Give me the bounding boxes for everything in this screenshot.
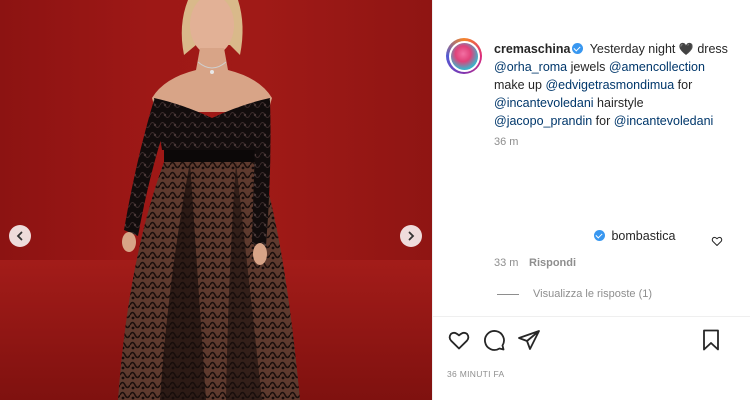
avatar[interactable] [446,38,482,74]
caption-time[interactable]: 36 m [494,136,518,148]
post-actions [447,328,541,352]
heart-icon[interactable] [447,328,471,352]
caption-text: make up [494,78,542,92]
share-icon[interactable] [517,328,541,352]
post-caption: cremaschina Yesterday night 🖤 dress @orh… [494,40,744,130]
comment-like-heart-icon[interactable] [711,235,723,247]
comment-time: 33 m [494,257,519,269]
verified-badge-icon [572,43,584,54]
actions-divider [433,316,750,317]
view-replies-label: Visualizza le risposte (1) [533,288,653,300]
next-image-button[interactable] [400,225,422,247]
comment-icon[interactable] [482,328,506,352]
chevron-left-icon [16,231,23,241]
caption-text: hairstyle [597,96,644,110]
view-replies-button[interactable]: Visualizza le risposte (1) [497,288,652,300]
woman-in-black-gown [118,0,300,400]
mention-link[interactable]: @edvigetrasmondimua [545,78,674,92]
comment-username[interactable]: bombastica [611,229,675,243]
bookmark-icon [703,329,719,351]
caption-text: dress [697,42,728,56]
black-heart-emoji: 🖤 [678,42,694,56]
caption-text: for [677,78,693,92]
author-username[interactable]: cremaschina [494,42,570,56]
caption-text: for [595,114,611,128]
save-button[interactable] [699,328,723,352]
mention-link[interactable]: @orha_roma [494,60,567,74]
post-side-panel: cremaschina Yesterday night 🖤 dress @orh… [432,0,750,400]
previous-image-button[interactable] [9,225,31,247]
reply-button[interactable]: Rispondi [529,257,576,269]
comment: bombastica [592,229,675,243]
post-photo [0,0,432,400]
mention-link[interactable]: @incantevoledani [494,96,594,110]
post-timestamp[interactable]: 36 MINUTI FA [447,369,504,379]
verified-badge-icon [594,230,605,241]
caption-text: jewels [570,60,606,74]
mention-link[interactable]: @jacopo_prandin [494,114,592,128]
mention-link[interactable]: @incantevoledani [614,114,714,128]
replies-divider-line [497,293,519,295]
chevron-right-icon [408,231,415,241]
caption-text: Yesterday night [589,42,676,56]
mention-link[interactable]: @amencollection [609,60,705,74]
